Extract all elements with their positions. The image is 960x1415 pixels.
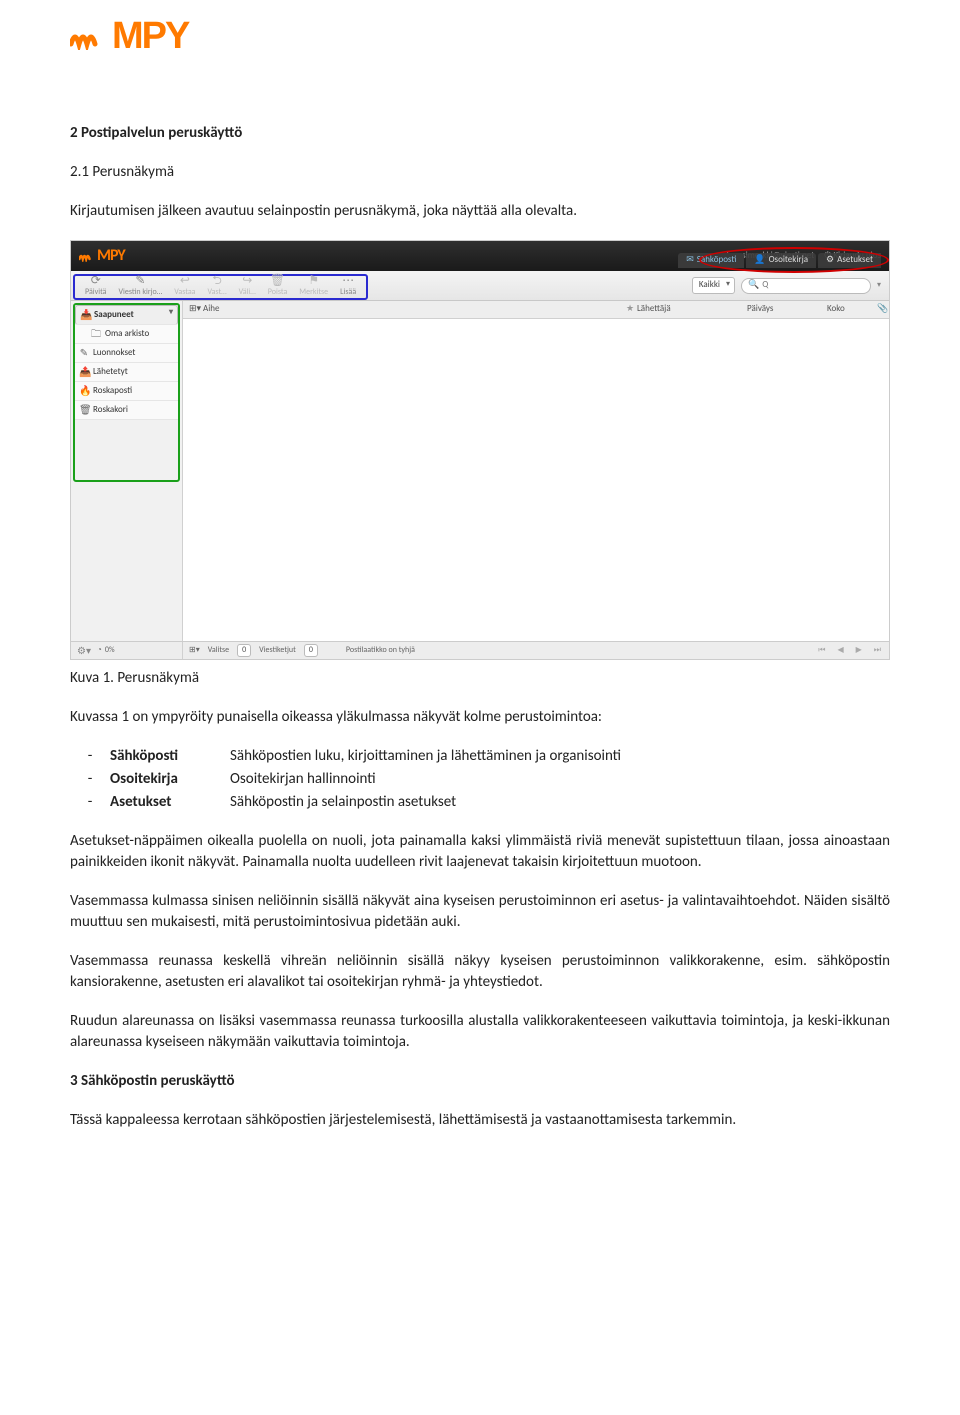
paragraph-alareuna: Ruudun alareunassa on lisäksi vasemmassa… [70, 1011, 890, 1053]
filter-select[interactable]: Kaikki [692, 277, 735, 294]
heading-21-perusnakyma: 2.1 Perusnäkymä [70, 162, 890, 183]
heading-3-sahkoposti: 3 Sähköpostin peruskäyttö [70, 1071, 890, 1092]
folder-trash[interactable]: 🗑 Roskakori [75, 401, 178, 420]
message-list-body [183, 319, 889, 641]
threads-count: 0 [304, 644, 318, 657]
select-count: 0 [237, 644, 251, 657]
col-date[interactable]: Päiväys [747, 303, 827, 316]
lead-paragraph: Kuvassa 1 on ympyröity punaisella oikeas… [70, 707, 890, 728]
tab-settings[interactable]: ⚙ Asetukset [818, 253, 881, 268]
search-input[interactable]: 🔍 Q [741, 278, 871, 294]
folder-sidebar: 📥 Saapuneet 🗀 Oma arkisto ✎ Luonnokset 📤… [71, 301, 183, 641]
def-row-osoitekirja: - Osoitekirja Osoitekirjan hallinnointi [70, 769, 890, 790]
refresh-button[interactable]: ⟳ Päivitä [79, 275, 113, 298]
next-page-button[interactable]: ▶ [854, 645, 864, 656]
paragraph-asetukset-nuoli: Asetukset-näppäimen oikealla puolella on… [70, 831, 890, 873]
mark-button[interactable]: ⚑ Merkitse [293, 275, 334, 298]
page-header: MPY [70, 10, 890, 63]
logo-text: MPY [112, 10, 188, 63]
folder-sent[interactable]: 📤 Lähetetyt [75, 363, 178, 382]
col-subject[interactable]: Aihe [203, 303, 623, 316]
threads-label: Viestiketjut [259, 645, 296, 656]
prev-page-button[interactable]: ◀ [835, 645, 845, 656]
reply-button[interactable]: ↩ Vastaa [168, 275, 201, 298]
mail-toolbar: ⟳ Päivitä ✎ Viestin kirjo… ↩ Vastaa ⮌ Va… [71, 271, 889, 301]
main-tabs: ✉ Sähköposti 👤 Osoitekirja ⚙ Asetukset [678, 253, 881, 268]
folder-own-archive[interactable]: 🗀 Oma arkisto [75, 325, 178, 344]
compose-icon: ✎ [135, 275, 145, 287]
folder-junk[interactable]: 🔥 Roskaposti [75, 382, 178, 401]
annotation-blue-box: ⟳ Päivitä ✎ Viestin kirjo… ↩ Vastaa ⮌ Va… [73, 274, 368, 300]
refresh-icon: ⟳ [91, 275, 101, 287]
forward-button[interactable]: ↪ Väli… [233, 275, 262, 298]
inbox-icon: 📥 [80, 308, 90, 322]
app-logo: MPY [79, 245, 125, 267]
def-row-asetukset: - Asetukset Sähköpostin ja selainpostin … [70, 792, 890, 813]
trash-icon: 🗑 [270, 275, 285, 287]
folder-drafts[interactable]: ✎ Luonnokset [75, 344, 178, 363]
intro-paragraph: Kirjautumisen jälkeen avautuu selainpost… [70, 201, 890, 222]
pencil-icon: ✎ [79, 346, 89, 360]
reply-icon: ↩ [180, 275, 190, 287]
logo-wave-icon [70, 24, 108, 50]
heading-2-postipalvelu: 2 Postipalvelun peruskäyttö [70, 123, 890, 144]
trash-icon: 🗑 [79, 403, 89, 417]
gear-icon: ⚙ [826, 254, 834, 267]
search-options-button[interactable]: ▾ [877, 280, 881, 291]
pie-icon: ◔ [97, 645, 102, 656]
def-row-sahkoposti: - Sähköposti Sähköpostien luku, kirjoitt… [70, 746, 890, 767]
mpy-logo: MPY [70, 10, 188, 63]
sent-icon: 📤 [79, 365, 89, 379]
reply-all-icon: ⮌ [212, 275, 222, 287]
annotation-green-box: 📥 Saapuneet 🗀 Oma arkisto ✎ Luonnokset 📤… [73, 303, 180, 482]
col-attachment-icon: 📎 [877, 303, 889, 316]
paragraph-sec3-intro: Tässä kappaleessa kerrotaan sähköpostien… [70, 1110, 890, 1131]
compose-button[interactable]: ✎ Viestin kirjo… [113, 275, 169, 298]
select-label: Valitse [208, 645, 229, 656]
col-size[interactable]: Koko [827, 303, 877, 316]
thread-toggle[interactable]: ⊞▾ [189, 303, 203, 316]
col-flag[interactable]: ★ [623, 303, 637, 316]
col-from[interactable]: Lähettäjä [637, 303, 747, 316]
reply-all-button[interactable]: ⮌ Vast… [202, 275, 233, 298]
quota-indicator: ◔ 0% [97, 645, 115, 656]
message-list-header: ⊞▾ Aihe ★ Lähettäjä Päiväys Koko 📎 [183, 301, 889, 319]
search-icon: 🔍 [748, 279, 759, 292]
folder-icon: 🗀 [91, 327, 101, 341]
person-icon: 👤 [754, 254, 765, 267]
tab-mail[interactable]: ✉ Sähköposti [678, 253, 744, 268]
screenshot-figure: MPY asko.esimerkki@viesti.net ⏻Kirjaudu … [70, 240, 890, 660]
figure-caption: Kuva 1. Perusnäkymä [70, 668, 890, 689]
select-mode-button[interactable]: ⊞▾ [189, 645, 200, 656]
junk-icon: 🔥 [79, 384, 89, 398]
more-button[interactable]: ⋯ Lisää [334, 275, 362, 298]
definitions-list: - Sähköposti Sähköpostien luku, kirjoitt… [70, 746, 890, 813]
empty-mailbox-label: Postilaatikko on tyhjä [346, 645, 415, 656]
mail-icon: ✉ [686, 254, 694, 267]
delete-button[interactable]: 🗑 Poista [262, 275, 293, 298]
message-list-pane: ⊞▾ Aihe ★ Lähettäjä Päiväys Koko 📎 [183, 301, 889, 641]
paragraph-sininen-nelio: Vasemmassa kulmassa sinisen neliöinnin s… [70, 891, 890, 933]
forward-icon: ↪ [242, 275, 252, 287]
mark-icon: ⚑ [308, 275, 319, 287]
paragraph-vihrea-nelio: Vasemmassa reunassa keskellä vihreän nel… [70, 951, 890, 993]
folder-inbox[interactable]: 📥 Saapuneet [75, 305, 178, 325]
folder-settings-button[interactable]: ⚙▾ [77, 644, 91, 658]
tab-contacts[interactable]: 👤 Osoitekirja [746, 253, 816, 268]
app-footer: ⚙▾ ◔ 0% ⊞▾ Valitse 0 Viestiketjut 0 Post… [71, 641, 889, 659]
last-page-button[interactable]: ⏭ [872, 645, 883, 656]
first-page-button[interactable]: ⏮ [816, 645, 827, 656]
more-icon: ⋯ [342, 275, 354, 287]
